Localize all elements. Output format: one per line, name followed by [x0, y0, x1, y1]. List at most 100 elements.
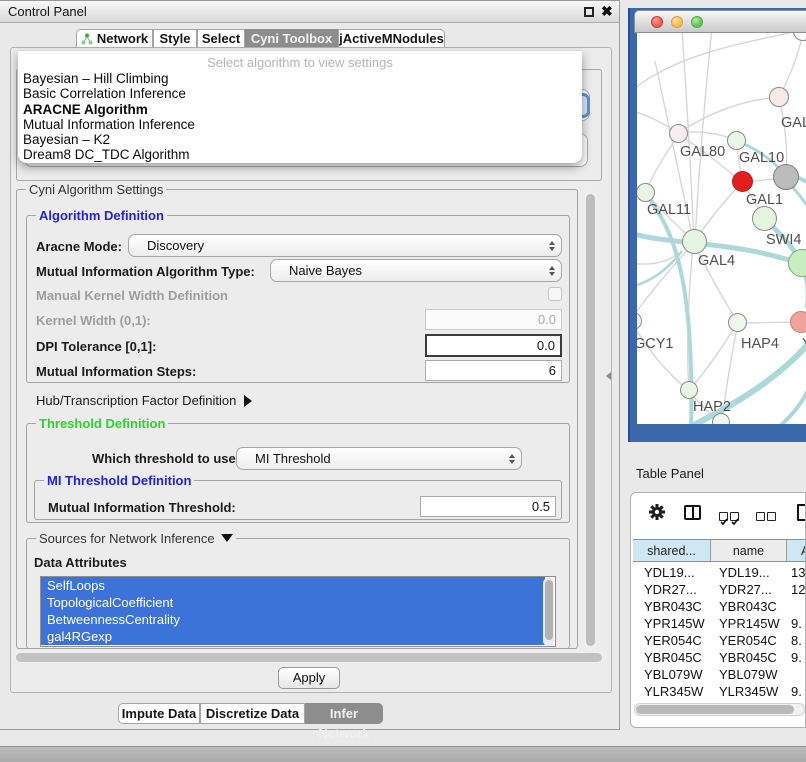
tab-discretize-data[interactable]: Discretize Data	[200, 703, 305, 724]
algorithm-option[interactable]: Bayesian – K2	[18, 132, 582, 147]
float-window-icon[interactable]	[584, 7, 594, 17]
table-row[interactable]: YDL19...YDL19...13	[631, 564, 806, 581]
node[interactable]	[769, 87, 789, 107]
column-header-shared[interactable]: shared...	[633, 539, 711, 562]
table-row[interactable]: YBR043CYBR043C	[631, 598, 806, 615]
tab-select[interactable]: Select	[197, 29, 245, 48]
node-label: GAL11	[647, 202, 691, 218]
apply-button[interactable]: Apply	[278, 667, 340, 689]
node-gray[interactable]	[773, 164, 799, 190]
mac-minimize-icon[interactable]	[671, 16, 683, 28]
mi-type-combobox[interactable]: Naive Bayes	[270, 259, 562, 282]
mi-type-value: Naive Bayes	[271, 263, 543, 278]
table-horizontal-scrollbar[interactable]	[634, 703, 805, 716]
attribute-item-selected[interactable]: gal4RGexp	[41, 628, 545, 645]
table-row[interactable]: YDR27...YDR27...12	[631, 581, 806, 598]
algorithm-option[interactable]: Basic Correlation Inference	[18, 86, 582, 101]
unchecked-pair-icon[interactable]	[756, 508, 778, 526]
which-threshold-value: MI Threshold	[237, 451, 503, 466]
network-canvas[interactable]: GAL GAL80 GAL10 GAL1 GAL11 SWI4 GAL4 GCY…	[637, 33, 806, 424]
aracne-mode-combobox[interactable]: Discovery	[128, 234, 562, 257]
kernel-width-label: Kernel Width (0,1):	[36, 313, 151, 328]
node-label: SWI4	[766, 232, 801, 248]
mi-threshold-input[interactable]	[420, 496, 556, 517]
sources-expander[interactable]: Sources for Network Inference	[36, 531, 236, 546]
node-GAL11[interactable]	[637, 183, 655, 202]
cell: 13	[791, 564, 806, 581]
splitpane-handle-icon[interactable]	[606, 372, 611, 380]
mi-steps-input[interactable]	[425, 360, 562, 381]
control-panel-titlebar[interactable]: Control Panel ✖	[0, 1, 619, 23]
combo-stepper-icon	[503, 454, 521, 464]
column-header-clipped[interactable]: A	[787, 539, 806, 562]
tab-style[interactable]: Style	[153, 29, 197, 48]
node-salmon[interactable]	[790, 311, 806, 333]
attribute-item-selected[interactable]: SelfLoops	[41, 577, 545, 594]
node-GAL10[interactable]	[727, 131, 746, 150]
checked-pair-icon[interactable]	[719, 508, 741, 526]
cell: YBR045C	[644, 649, 710, 666]
cell: YER054C	[719, 632, 785, 649]
settings-vertical-scrollbar[interactable]	[584, 191, 597, 651]
attribute-item-selected[interactable]: BetweennessCentrality	[41, 611, 545, 628]
node-GAL1[interactable]	[752, 206, 777, 231]
algorithm-definition-title: Algorithm Definition	[36, 208, 167, 223]
table-row[interactable]: YBL079WYBL079W	[631, 666, 806, 683]
page-icon[interactable]	[797, 504, 806, 521]
table-row[interactable]: YPR145WYPR145W9.	[631, 615, 806, 632]
cell: YER054C	[644, 632, 710, 649]
kernel-width-input[interactable]	[425, 309, 562, 330]
mac-close-icon[interactable]	[651, 16, 663, 28]
tab-cyni-toolbox[interactable]: Cyni Toolbox	[245, 29, 338, 48]
close-icon[interactable]: ✖	[601, 3, 613, 20]
expander-down-icon	[221, 534, 233, 542]
node-GAL4[interactable]	[682, 229, 707, 254]
status-bar	[0, 746, 806, 762]
cell: 12	[791, 581, 806, 598]
attribute-list-scrollbar[interactable]	[543, 578, 554, 646]
cell: YDL19...	[644, 564, 710, 581]
split-columns-icon[interactable]	[684, 505, 701, 520]
node-GAL80[interactable]	[669, 124, 688, 143]
tab-network[interactable]: Network	[76, 29, 153, 48]
algorithm-option[interactable]: Dream8 DC_TDC Algorithm	[18, 147, 582, 162]
attribute-item-selected[interactable]: TopologicalCoefficient	[41, 594, 545, 611]
node-red[interactable]	[732, 171, 753, 192]
node-HAP4[interactable]	[728, 313, 747, 332]
node-label: HAP2	[693, 399, 731, 415]
algorithm-option[interactable]: Bayesian – Hill Climbing	[18, 71, 582, 86]
cell: 9.	[791, 683, 806, 700]
tab-infer-network[interactable]: Infer Network	[305, 703, 383, 724]
which-threshold-label: Which threshold to use:	[92, 451, 240, 466]
node-label: HAP4	[741, 336, 779, 352]
node-label: GAL10	[739, 150, 784, 166]
algorithm-option[interactable]: Mutual Information Inference	[18, 117, 582, 132]
combo-stepper-icon	[543, 241, 561, 251]
algorithm-option-selected[interactable]: ARACNE Algorithm	[18, 102, 582, 117]
dpi-tolerance-input[interactable]	[425, 334, 562, 357]
table-row[interactable]: YLR345WYLR345W9.	[631, 683, 806, 700]
settings-group-title: Cyni Algorithm Settings	[26, 182, 166, 197]
screen: Control Panel ✖ Network Style Select Cyn…	[0, 0, 806, 762]
table-row[interactable]: YER054CYER054C8.	[631, 632, 806, 649]
column-header-name[interactable]: name	[711, 539, 787, 562]
mac-zoom-icon[interactable]	[691, 16, 703, 28]
aracne-mode-label: Aracne Mode:	[36, 239, 122, 254]
settings-horizontal-scrollbar[interactable]	[14, 651, 606, 663]
node-HAP2[interactable]	[680, 381, 698, 399]
node-label: GAL	[781, 115, 806, 131]
tab-impute-data[interactable]: Impute Data	[118, 703, 200, 724]
hub-definition-expander[interactable]: Hub/Transcription Factor Definition	[36, 393, 252, 408]
tab-jactivemnodules[interactable]: jActiveMNodules	[338, 29, 445, 48]
network-window-titlebar[interactable]	[634, 10, 806, 33]
expander-right-icon	[244, 395, 252, 407]
manual-kernel-checkbox[interactable]	[548, 287, 562, 301]
gear-icon[interactable]	[648, 503, 666, 526]
tab-label: Style	[159, 31, 190, 46]
aracne-mode-value: Discovery	[129, 238, 543, 253]
mi-steps-label: Mutual Information Steps:	[36, 364, 196, 379]
which-threshold-combobox[interactable]: MI Threshold	[236, 447, 522, 470]
table-row[interactable]: YBR045CYBR045C9.	[631, 649, 806, 666]
mi-threshold-label: Mutual Information Threshold:	[48, 500, 236, 515]
node-label: GAL4	[698, 253, 735, 269]
